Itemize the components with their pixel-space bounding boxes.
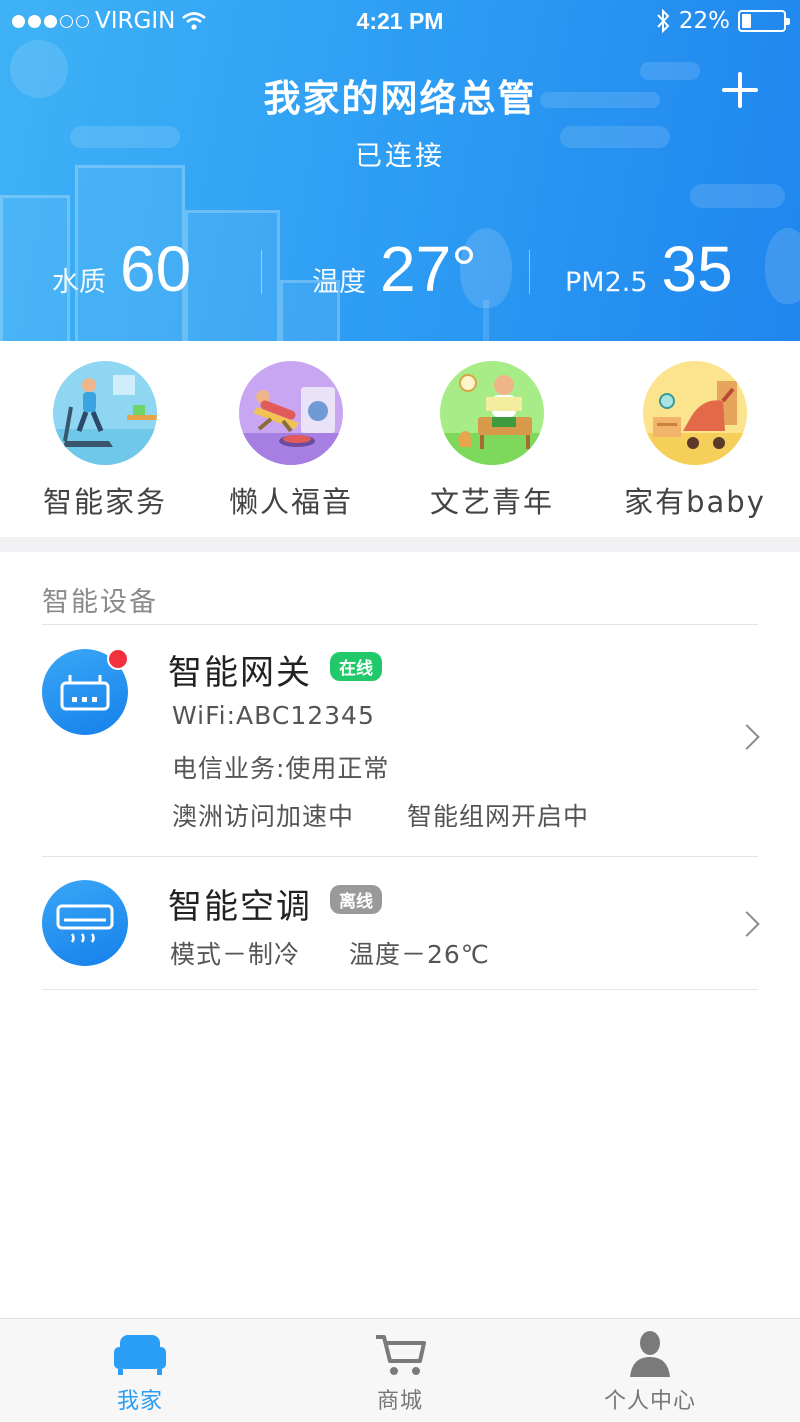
battery-status: 22% <box>655 8 790 34</box>
stat-value: 60 <box>120 233 192 305</box>
water-quality-stat: 水质 60 <box>52 232 191 306</box>
page-title: 我家的网络总管 <box>263 77 537 120</box>
category-art-youth[interactable]: 文艺青年 <box>397 361 587 521</box>
device-wifi-info: WiFi:ABC12345 <box>172 701 375 730</box>
stat-divider <box>261 250 262 294</box>
category-smart-housework[interactable]: 智能家务 <box>10 361 200 521</box>
sofa-icon <box>110 1329 170 1379</box>
device-mode: 模式－制冷 <box>170 940 301 969</box>
reading-icon <box>440 361 544 465</box>
category-lazy-helper[interactable]: 懒人福音 <box>196 361 386 521</box>
category-label: 智能家务 <box>42 485 167 519</box>
stat-value: 35 <box>661 233 733 305</box>
stat-label: PM2.5 <box>565 267 648 298</box>
connection-status: 已连接 <box>355 141 445 172</box>
treadmill-icon <box>53 361 157 465</box>
device-temperature: 温度－26℃ <box>349 940 490 969</box>
category-label: 文艺青年 <box>429 485 554 519</box>
air-conditioner-icon <box>42 880 128 966</box>
device-name: 智能空调 <box>168 887 312 927</box>
section-separator <box>0 537 800 552</box>
bluetooth-icon <box>657 8 670 34</box>
stat-value: 27° <box>380 233 477 305</box>
device-name: 智能网关 <box>168 653 312 693</box>
header-banner: VIRGIN 4:21 PM 22% 我家的网络总管 已连接 水质 60 温度 … <box>0 0 800 341</box>
building-decoration <box>185 210 280 341</box>
tree-decoration <box>765 228 800 304</box>
device-service-status: 电信业务:使用正常 <box>172 754 390 783</box>
chevron-right-icon <box>734 724 760 750</box>
category-label: 家有baby <box>624 485 766 519</box>
tree-decoration <box>483 300 489 341</box>
category-baby[interactable]: 家有baby <box>600 361 790 521</box>
tab-profile[interactable]: 个人中心 <box>550 1329 750 1415</box>
device-feature-status: 智能组网开启中 <box>407 802 590 831</box>
add-icon[interactable] <box>720 70 760 110</box>
device-card-gateway[interactable]: 智能网关 在线 WiFi:ABC12345 电信业务:使用正常 澳洲访问加速中 … <box>0 625 800 856</box>
tab-bar: 我家 商城 个人中心 <box>0 1318 800 1422</box>
person-icon <box>620 1329 680 1379</box>
category-label: 懒人福音 <box>228 485 353 519</box>
lounge-chair-icon <box>239 361 343 465</box>
stat-label: 温度 <box>312 267 366 298</box>
tab-label: 商城 <box>376 1389 423 1414</box>
cart-icon <box>370 1329 430 1379</box>
chevron-right-icon <box>734 911 760 937</box>
devices-section-title: 智能设备 <box>42 587 158 618</box>
status-badge: 在线 <box>330 652 382 681</box>
notification-dot <box>107 648 129 670</box>
battery-icon <box>738 10 790 32</box>
stroller-icon <box>643 361 747 465</box>
tab-home[interactable]: 我家 <box>40 1329 240 1415</box>
divider <box>42 989 758 990</box>
stat-label: 水质 <box>52 267 106 298</box>
temperature-stat: 温度 27° <box>312 232 477 306</box>
stat-divider <box>529 250 530 294</box>
battery-percent: 22% <box>678 8 730 34</box>
tab-mall[interactable]: 商城 <box>300 1329 500 1415</box>
status-bar: VIRGIN 4:21 PM 22% <box>0 0 800 42</box>
tab-label: 个人中心 <box>603 1389 696 1414</box>
pm25-stat: PM2.5 35 <box>565 232 733 306</box>
status-badge: 离线 <box>330 885 382 914</box>
scene-categories: 智能家务 懒人福音 文艺青年 家有baby <box>0 341 800 537</box>
device-feature-status: 澳洲访问加速中 <box>172 802 355 831</box>
cloud-decoration <box>690 184 785 208</box>
device-card-air-conditioner[interactable]: 智能空调 离线 模式－制冷 温度－26℃ <box>0 857 800 989</box>
tab-label: 我家 <box>116 1389 163 1414</box>
